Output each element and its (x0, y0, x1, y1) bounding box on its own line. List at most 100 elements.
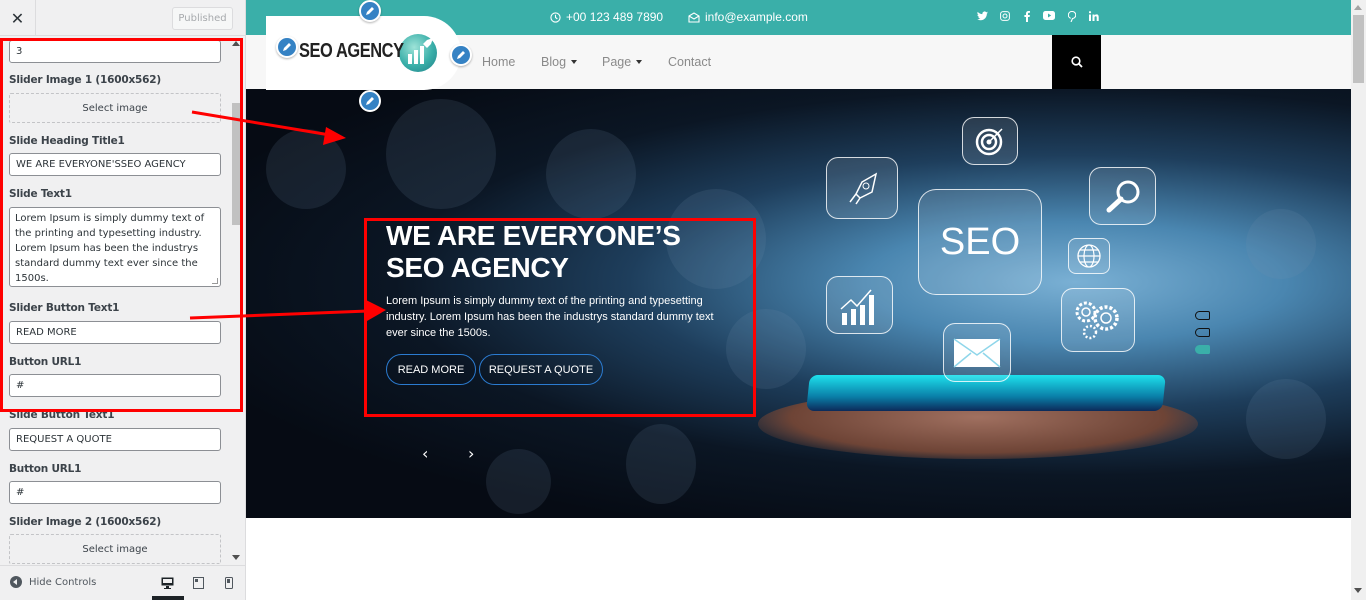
customizer-header: ✕ Published (0, 0, 245, 36)
hero-title-line-1: WE ARE EVERYONE’S (386, 220, 681, 251)
slider-button-text-1-label: Slider Button Text1 (9, 302, 120, 314)
site-preview: +00 123 489 7890 info@example.com Home B… (246, 0, 1366, 600)
growth-chart-icon (826, 276, 893, 334)
published-button[interactable]: Published (172, 7, 233, 30)
bokeh-light (1246, 379, 1326, 459)
collapse-arrow-icon (10, 576, 22, 588)
slide-text-1-label: Slide Text1 (9, 188, 72, 200)
slider-next-arrow-icon[interactable]: › (468, 444, 474, 463)
slide-heading-1-input[interactable]: WE ARE EVERYONE'SSEO AGENCY (9, 153, 221, 176)
slider-image-1-select-button[interactable]: Select image (9, 93, 221, 123)
edit-shortcut-pencil-icon[interactable] (359, 0, 381, 22)
search-icon (1070, 56, 1083, 68)
preview-scrollbar[interactable] (1351, 0, 1366, 600)
bokeh-light (486, 449, 551, 514)
desktop-icon (161, 577, 173, 589)
caret-down-icon (571, 60, 578, 64)
clock-icon (550, 11, 561, 23)
hero-slider: SEO WE ARE EVERYONE’S SEO AGENCY Lorem I… (246, 89, 1351, 518)
slide-text-1-textarea[interactable]: Lorem Ipsum is simply dummy text of the … (9, 207, 221, 287)
phone-number: +00 123 489 7890 (566, 10, 664, 24)
slider-prev-arrow-icon[interactable]: ‹ (422, 444, 428, 463)
nav-page[interactable]: Page (602, 55, 643, 69)
gears-icon (1061, 288, 1135, 352)
youtube-icon[interactable] (1043, 11, 1055, 23)
edit-shortcut-pencil-icon[interactable] (359, 90, 381, 112)
slider-dot-1[interactable] (1195, 311, 1210, 320)
preview-desktop-button[interactable] (152, 566, 184, 600)
nav-contact[interactable]: Contact (668, 55, 711, 69)
bokeh-light (386, 99, 496, 209)
button-url-1-label: Button URL1 (9, 356, 82, 368)
edit-shortcut-pencil-icon[interactable] (450, 44, 472, 66)
pinterest-icon[interactable] (1067, 10, 1077, 25)
scroll-down-arrow-icon[interactable] (232, 555, 240, 560)
seo-hologram-label: SEO (939, 220, 1021, 263)
nav-home[interactable]: Home (482, 55, 515, 69)
slide-heading-1-label: Slide Heading Title1 (9, 135, 125, 147)
request-quote-button[interactable]: REQUEST A QUOTE (479, 354, 603, 385)
mail-icon (943, 323, 1011, 382)
globe-icon (1068, 238, 1110, 274)
hero-description: Lorem Ipsum is simply dummy text of the … (386, 295, 714, 339)
resize-grip-icon[interactable] (212, 278, 218, 284)
customizer-sidebar: ✕ Published 3 Slider Image 1 (1600x562) … (0, 0, 246, 600)
scrollbar-thumb[interactable] (1353, 15, 1364, 83)
slider-image-1-label: Slider Image 1 (1600x562) (9, 74, 161, 86)
slide-button-text-1b-input[interactable]: REQUEST A QUOTE (9, 428, 221, 451)
hero-title-line-2: SEO AGENCY (386, 252, 569, 283)
slider-button-text-1-input[interactable]: READ MORE (9, 321, 221, 344)
facebook-icon[interactable] (1024, 11, 1030, 25)
slide-count-input[interactable]: 3 (9, 40, 221, 63)
preview-mobile-button[interactable] (214, 566, 244, 600)
bokeh-light (546, 129, 636, 219)
hero-title: WE ARE EVERYONE’S SEO AGENCY (386, 220, 681, 284)
slide-button-text-1b-label: Slide Button Text1 (9, 409, 115, 421)
logo-graphic-icon (399, 34, 437, 72)
customizer-footer: Hide Controls (0, 565, 245, 600)
button-url-1b-label: Button URL1 (9, 463, 82, 475)
scroll-up-arrow-icon[interactable] (232, 41, 240, 46)
slider-dot-2[interactable] (1195, 328, 1210, 337)
search-button[interactable] (1052, 35, 1101, 89)
bokeh-light (666, 189, 766, 289)
twitter-icon[interactable] (977, 11, 988, 24)
preview-tablet-button[interactable] (183, 566, 213, 600)
hide-controls-button[interactable]: Hide Controls (10, 576, 96, 588)
read-more-button[interactable]: READ MORE (386, 354, 476, 385)
caret-down-icon (636, 60, 643, 64)
site-logo-text[interactable]: SEO AGENCY (299, 40, 404, 63)
hide-controls-label: Hide Controls (29, 576, 97, 588)
button-url-1-input[interactable]: # (9, 374, 221, 397)
edit-shortcut-pencil-icon[interactable] (276, 36, 298, 58)
button-url-1b-input[interactable]: # (9, 481, 221, 504)
bokeh-light (266, 129, 346, 209)
bokeh-light (726, 309, 806, 389)
bokeh-light (1246, 209, 1316, 279)
instagram-icon[interactable] (1000, 11, 1010, 24)
close-customizer-button[interactable]: ✕ (0, 0, 36, 36)
slider-dot-3[interactable] (1195, 345, 1210, 354)
rocket-icon (826, 157, 898, 219)
topbar-phone[interactable]: +00 123 489 7890 (550, 10, 663, 24)
bokeh-light (626, 424, 696, 504)
slide-text-1-value: Lorem Ipsum is simply dummy text of the … (15, 213, 205, 284)
tablet-icon (192, 577, 204, 589)
customizer-controls-panel: 3 Slider Image 1 (1600x562) Select image… (0, 37, 245, 565)
nav-contact-label: Contact (668, 55, 712, 69)
sidebar-scrollbar[interactable] (231, 37, 241, 565)
nav-blog-label: Blog (541, 55, 567, 69)
linkedin-icon[interactable] (1088, 11, 1099, 24)
magnifier-icon (1089, 167, 1156, 225)
nav-page-label: Page (602, 55, 632, 69)
nav-blog[interactable]: Blog (541, 55, 578, 69)
slider-image-2-select-button[interactable]: Select image (9, 534, 221, 564)
nav-home-label: Home (482, 55, 516, 69)
topbar-email[interactable]: info@example.com (688, 10, 808, 24)
scroll-up-arrow-icon[interactable] (1354, 5, 1362, 10)
scroll-down-arrow-icon[interactable] (1354, 588, 1362, 593)
target-icon (962, 117, 1018, 165)
mobile-icon (225, 577, 233, 589)
scrollbar-thumb[interactable] (232, 103, 240, 225)
slider-image-2-label: Slider Image 2 (1600x562) (9, 516, 161, 528)
